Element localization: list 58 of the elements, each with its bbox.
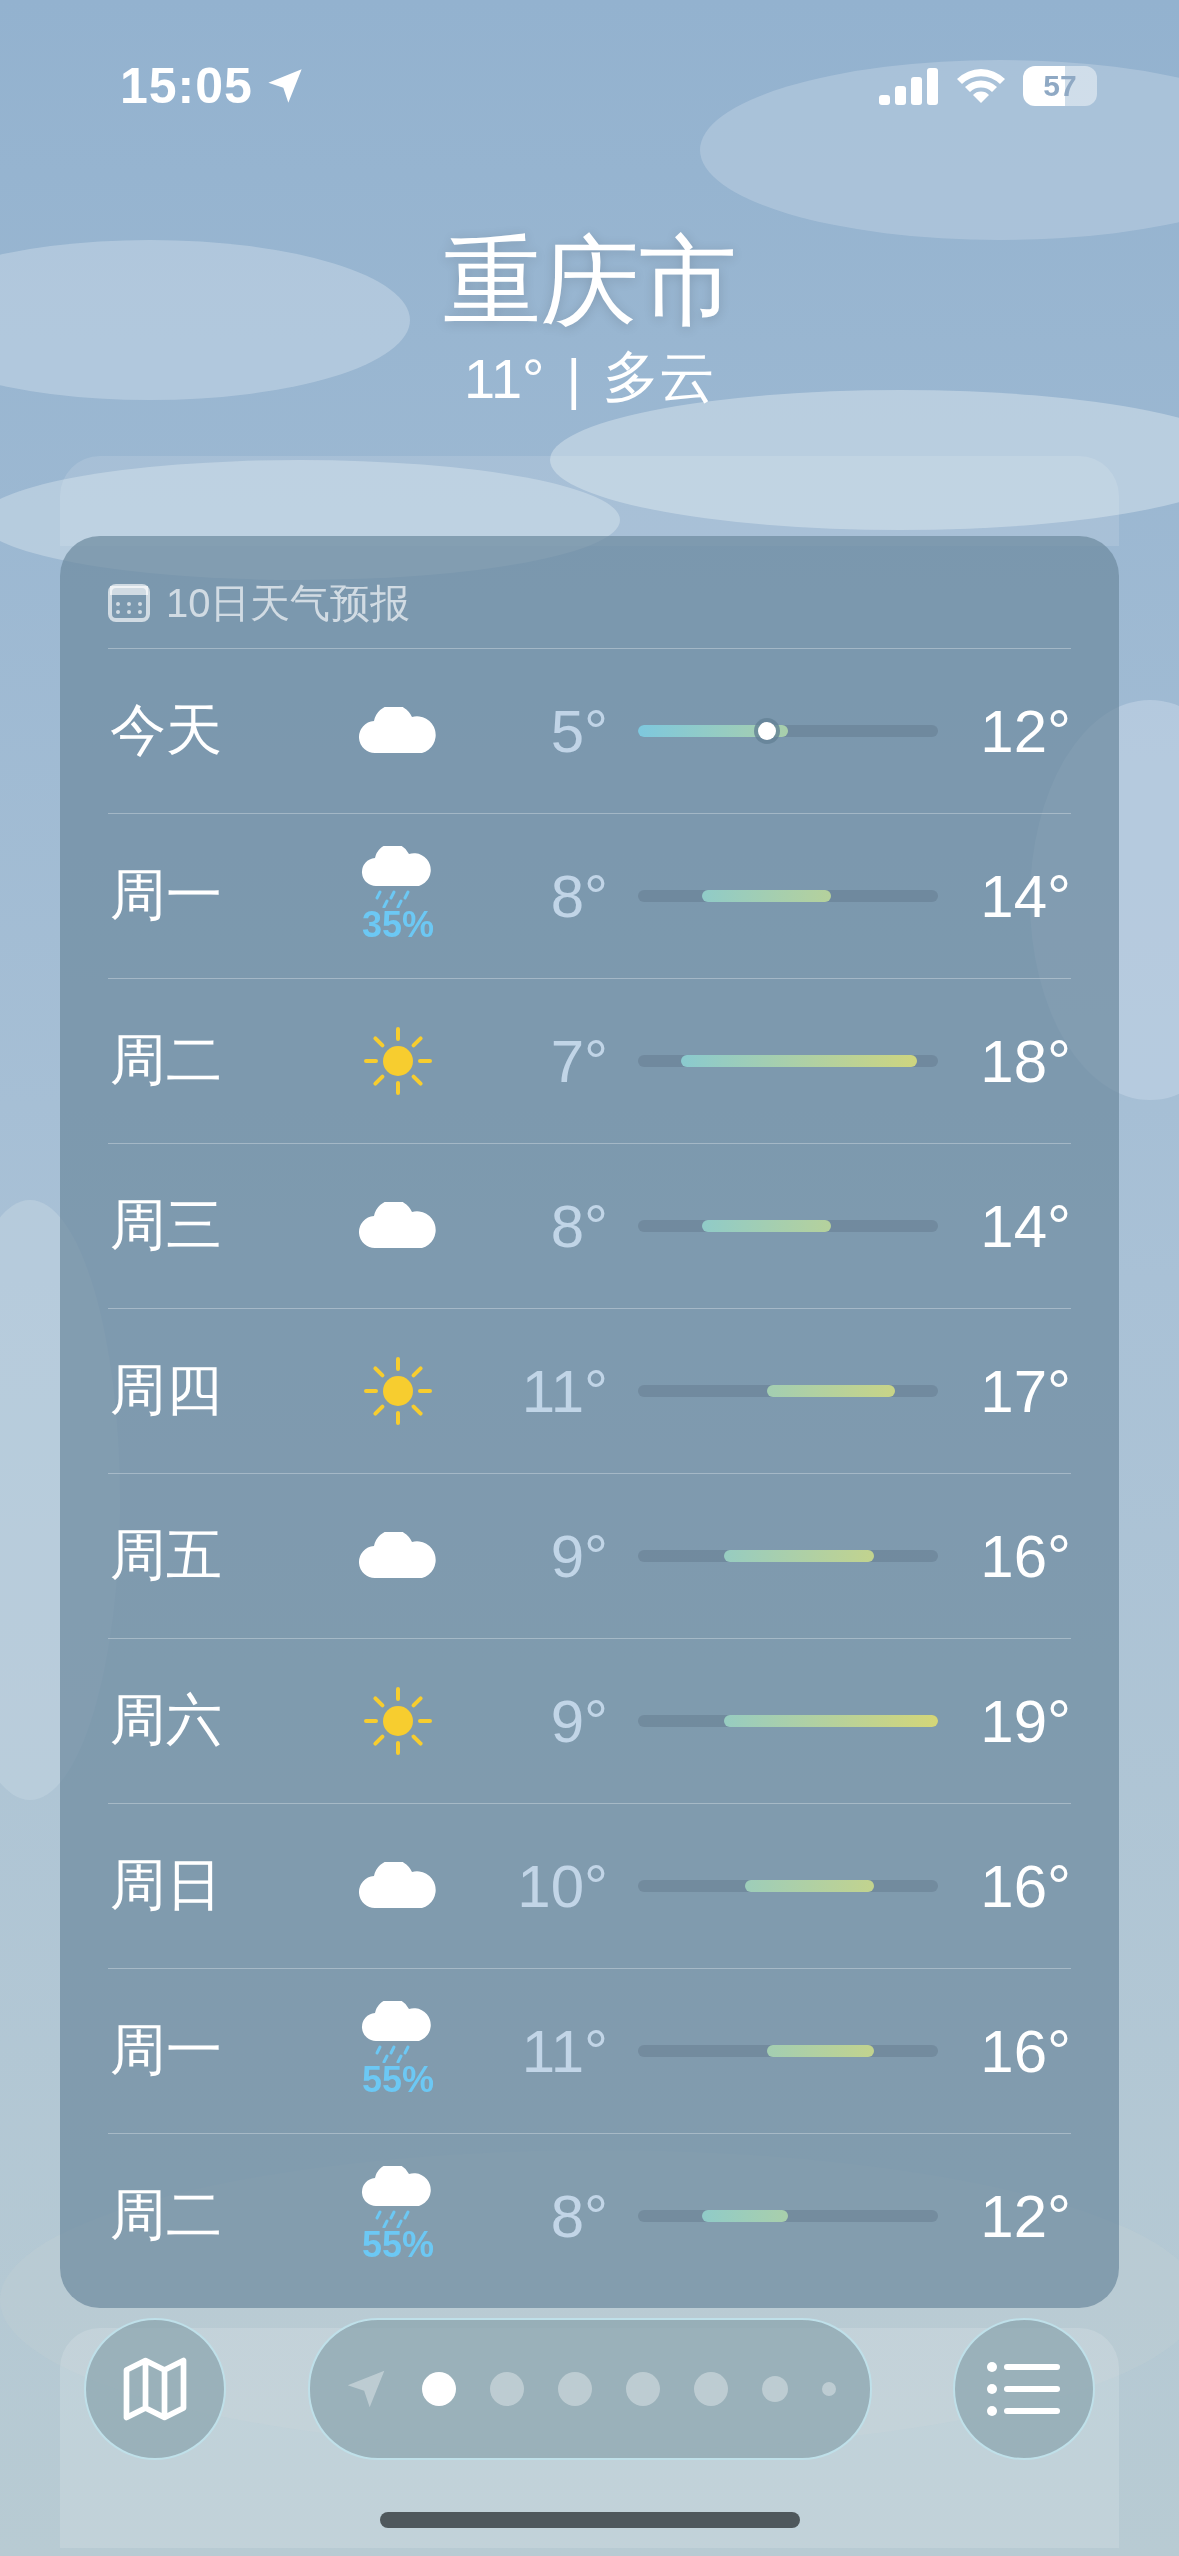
calendar-icon: [108, 584, 150, 622]
cloud-icon: [358, 707, 438, 755]
separator: |: [566, 345, 582, 411]
precipitation-chance: 55%: [361, 2224, 435, 2266]
wifi-icon: [955, 67, 1007, 105]
high-temperature: 16°: [979, 1851, 1071, 1921]
low-temperature: 9°: [549, 1686, 609, 1756]
low-temperature: 11°: [520, 2016, 609, 2086]
low-temperature: 11°: [520, 1356, 609, 1426]
page-dot[interactable]: [821, 2382, 836, 2396]
weather-condition: 多云: [603, 344, 716, 410]
day-label: 周二: [109, 1027, 223, 1093]
page-dot[interactable]: [693, 2372, 728, 2406]
cloud-icon: [358, 1532, 438, 1580]
page-dot[interactable]: [489, 2372, 524, 2406]
day-label: 今天: [109, 697, 223, 763]
cloud-icon: [358, 1202, 438, 1250]
low-temperature: 8°: [549, 1191, 609, 1261]
precipitation-chance: 35%: [361, 904, 435, 946]
page-dot[interactable]: [557, 2372, 592, 2406]
high-temperature: 17°: [979, 1356, 1071, 1426]
day-label: 周一: [109, 2017, 223, 2083]
low-temperature: 5°: [549, 696, 609, 766]
precipitation-chance: 55%: [361, 2059, 435, 2101]
high-temperature: 14°: [979, 1191, 1071, 1261]
low-temperature: 8°: [549, 2181, 609, 2251]
day-label: 周五: [109, 1522, 223, 1588]
low-temperature: 7°: [549, 1026, 609, 1096]
day-label: 周四: [109, 1357, 223, 1423]
cloud-icon: [358, 1862, 438, 1910]
low-temperature: 8°: [549, 861, 609, 931]
day-label: 周一: [109, 862, 223, 928]
low-temperature: 10°: [516, 1851, 609, 1921]
page-dot[interactable]: [625, 2372, 660, 2406]
high-temperature: 19°: [979, 1686, 1071, 1756]
forecast-title: 10日天气预报: [166, 579, 411, 627]
status-time: 15:05: [120, 57, 253, 115]
list-icon: [986, 2359, 1062, 2419]
page-dot[interactable]: [761, 2376, 788, 2402]
day-label: 周二: [109, 2182, 223, 2248]
current-temperature: 11°: [463, 345, 545, 411]
high-temperature: 12°: [979, 696, 1071, 766]
high-temperature: 18°: [979, 1026, 1071, 1096]
signal-icon: [879, 67, 939, 105]
low-temperature: 9°: [549, 1521, 609, 1591]
high-temperature: 12°: [979, 2181, 1071, 2251]
sun-icon: [362, 1685, 434, 1757]
battery-level: 57: [1023, 66, 1097, 106]
sun-icon: [362, 1355, 434, 1427]
city-name: 重庆市: [442, 226, 737, 336]
sun-icon: [362, 1025, 434, 1097]
high-temperature: 14°: [979, 861, 1071, 931]
day-label: 周三: [109, 1192, 223, 1258]
high-temperature: 16°: [979, 2016, 1071, 2086]
high-temperature: 16°: [979, 1521, 1071, 1591]
day-label: 周日: [109, 1852, 223, 1918]
day-label: 周六: [109, 1687, 223, 1753]
page-dot[interactable]: [421, 2372, 456, 2406]
